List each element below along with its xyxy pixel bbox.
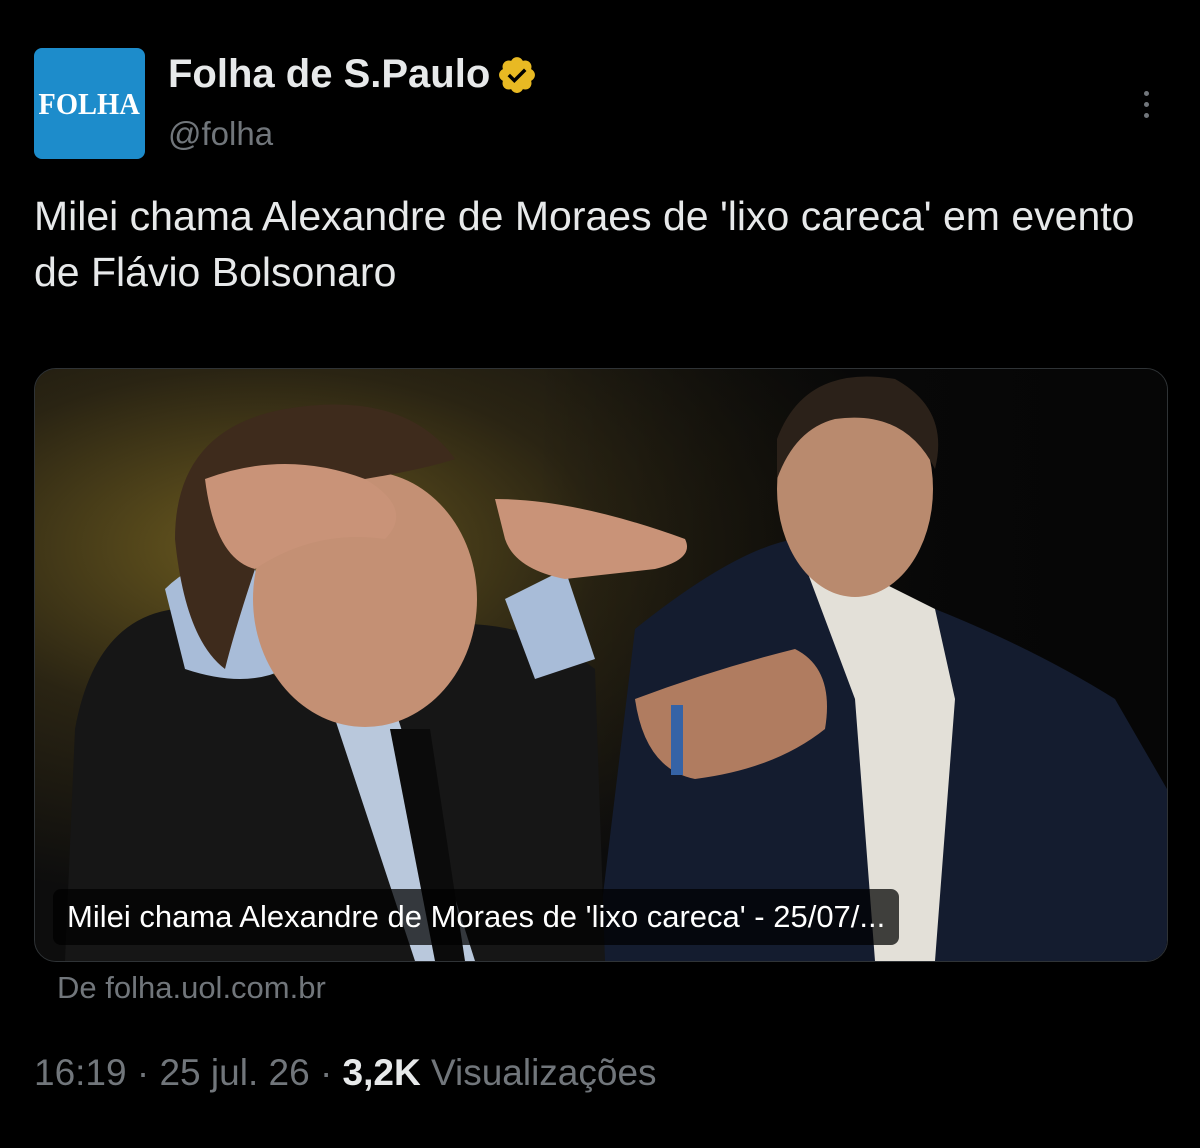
more-options-icon[interactable] [1126, 84, 1166, 124]
link-card-source[interactable]: De folha.uol.com.br [57, 970, 326, 1006]
account-handle[interactable]: @folha [168, 115, 273, 153]
views-label: Visualizações [430, 1052, 657, 1093]
link-card[interactable]: Milei chama Alexandre de Moraes de 'lixo… [34, 368, 1168, 962]
display-name-text: Folha de S.Paulo [168, 52, 491, 96]
link-card-title: Milei chama Alexandre de Moraes de 'lixo… [53, 889, 900, 945]
tweet-time[interactable]: 16:19 [34, 1052, 127, 1093]
tweet-date[interactable]: 25 jul. 26 [159, 1052, 309, 1093]
tweet-text: Milei chama Alexandre de Moraes de 'lixo… [34, 193, 1135, 295]
tweet-meta: 16:19 · 25 jul. 26 · 3,2K Visualizações [34, 1052, 657, 1094]
news-photo-image [35, 369, 1167, 961]
meta-separator: · [319, 1052, 333, 1093]
views-count[interactable]: 3,2K [343, 1052, 421, 1093]
account-display-name[interactable]: Folha de S.Paulo [168, 52, 538, 97]
avatar-logo-text: FOLHA [38, 85, 141, 121]
verified-badge-icon [499, 56, 536, 93]
meta-separator: · [136, 1052, 150, 1093]
avatar[interactable]: FOLHA [34, 48, 145, 159]
